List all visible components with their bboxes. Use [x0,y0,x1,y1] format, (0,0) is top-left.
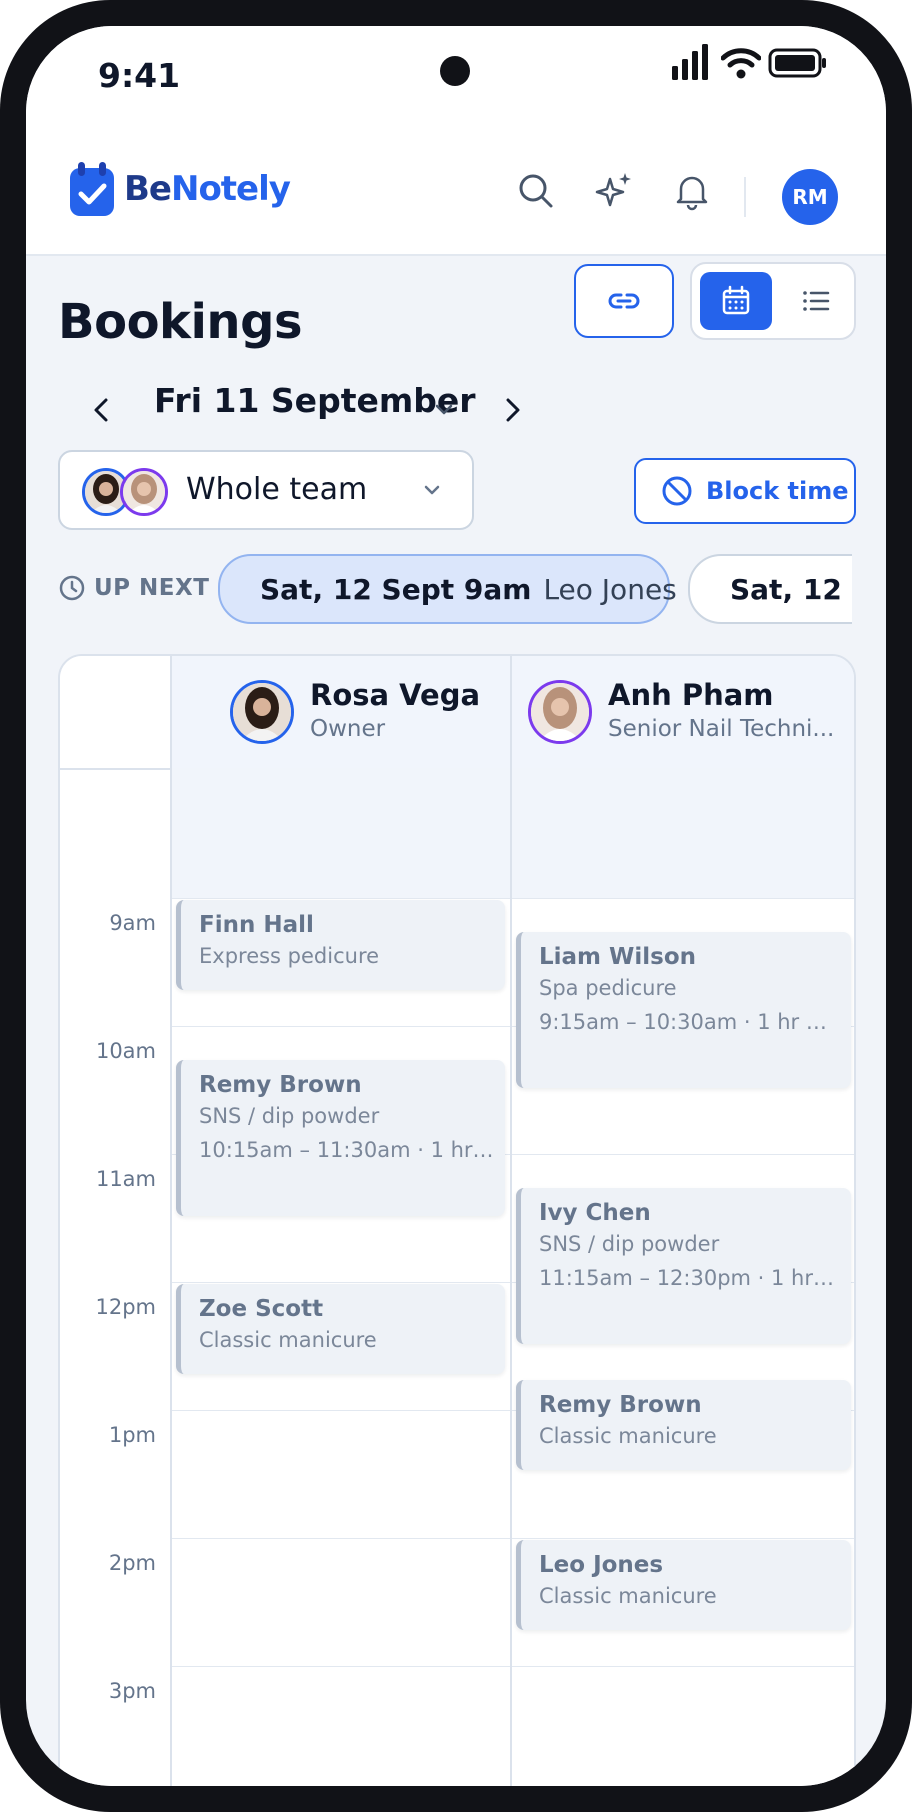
app-header: BeNotely RM [26,131,886,256]
user-avatar[interactable]: RM [782,169,838,225]
bell-icon[interactable] [672,171,712,211]
staff-name: Anh Pham [608,678,774,712]
next-day-chevron-icon[interactable] [492,390,532,430]
hour-line [172,1666,854,1667]
appointment-client: Remy Brown [539,1392,702,1418]
brand-name: BeNotely [124,169,291,209]
header-divider [744,177,746,217]
appointment-card[interactable]: Liam Wilson Spa pedicure 9:15am – 10:30a… [516,932,851,1088]
staff-avatar [528,680,592,744]
search-icon[interactable] [516,171,556,211]
calendar-corner [60,656,174,770]
staff-column-header-rosa[interactable]: Rosa Vega Owner [172,656,512,770]
sparkles-icon[interactable] [594,171,634,211]
appointment-client: Zoe Scott [199,1296,324,1322]
appointment-client: Ivy Chen [539,1200,651,1226]
day-calendar: Rosa Vega Owner Anh Pham Senior Nail Tec… [58,654,856,1786]
battery-icon [768,48,826,78]
appointment-service: Express pedicure [199,944,380,968]
staff-column-header-anh[interactable]: Anh Pham Senior Nail Techni... [512,656,854,770]
hour-label: 9am [109,911,156,935]
hour-line [172,1538,854,1539]
appointment-service: Classic manicure [199,1328,377,1352]
appointment-service: SNS / dip powder [199,1104,380,1128]
closed-hours-shade [172,768,854,898]
hour-label: 2pm [108,1551,156,1575]
calendar-check-logo-icon [70,162,114,216]
chip-date: Sat, 12 Sept 9am [260,572,532,606]
status-bar: 9:41 [26,26,886,131]
appointment-client: Leo Jones [539,1552,664,1578]
list-icon [803,291,830,311]
appointment-service: Spa pedicure [539,976,677,1000]
previous-day-chevron-icon[interactable] [82,390,122,430]
phone-frame: 9:41 BeNotely RM Bookings Fri 11 Septemb… [0,0,912,1812]
calendar-view-button[interactable] [700,272,772,330]
screen: 9:41 BeNotely RM Bookings Fri 11 Septemb… [26,26,886,1786]
date-dropdown-chevron-icon[interactable] [424,390,464,430]
appointment-time: 9:15am – 10:30am · 1 hr 15 ... [539,1010,839,1034]
hour-label: 10am [95,1039,156,1063]
hour-label: 1pm [108,1423,156,1447]
column-divider [170,656,172,1786]
up-next-chips: Sat, 12 Sept 9am Leo Jones Sat, 12 Sept … [26,546,852,626]
appointment-client: Liam Wilson [539,944,697,970]
appointment-time: 11:15am – 12:30pm · 1 hr 15... [539,1266,839,1290]
staff-avatar [230,680,294,744]
appointment-service: Classic manicure [539,1584,717,1608]
appointment-card[interactable]: Leo Jones Classic manicure [516,1540,851,1630]
block-time-label: Block time [706,477,849,505]
appointment-card[interactable]: Remy Brown Classic manicure [516,1380,851,1470]
hour-label: 11am [95,1167,156,1191]
calendar-icon [722,285,750,315]
staff-role: Owner [310,716,386,742]
appointment-card[interactable]: Zoe Scott Classic manicure [176,1284,505,1374]
share-link-button[interactable] [574,264,674,338]
staff-name: Rosa Vega [310,678,481,712]
hour-line [172,898,854,899]
wifi-icon [721,48,761,79]
appointment-card[interactable]: Ivy Chen SNS / dip powder 11:15am – 12:3… [516,1188,851,1344]
appointment-client: Remy Brown [199,1072,362,1098]
camera-cutout [440,56,470,86]
appointment-card[interactable]: Remy Brown SNS / dip powder 10:15am – 11… [176,1060,505,1216]
chip-date: Sat, 12 Sept 10am [730,572,852,606]
up-next-chip[interactable]: Sat, 12 Sept 9am Leo Jones [218,554,677,624]
appointment-service: Classic manicure [539,1424,717,1448]
team-filter-label: Whole team [186,472,368,507]
appointment-card[interactable]: Finn Hall Express pedicure [176,900,505,990]
view-toggle [690,262,856,340]
chip-client: Leo Jones [543,572,677,606]
team-avatar-anh [120,468,168,516]
staff-role: Senior Nail Techni... [608,716,835,742]
team-filter-select[interactable]: Whole team [58,450,474,530]
block-time-button[interactable]: Block time [634,458,856,524]
hour-label: 12pm [95,1295,156,1319]
ban-icon [662,476,692,506]
appointment-service: SNS / dip powder [539,1232,720,1256]
up-next-chip[interactable]: Sat, 12 Sept 10am [688,554,852,624]
signal-icon [672,44,708,80]
column-divider [510,656,512,1786]
appointment-client: Finn Hall [199,912,314,938]
status-time: 9:41 [98,56,181,95]
list-view-button[interactable] [780,272,852,330]
brand-logo[interactable]: BeNotely [68,159,291,219]
link-icon [608,293,640,309]
page-title: Bookings [58,294,303,350]
hour-label: 3pm [108,1679,156,1703]
chevron-down-icon [424,485,440,495]
appointment-time: 10:15am – 11:30am · 1 hr 15... [199,1138,499,1162]
